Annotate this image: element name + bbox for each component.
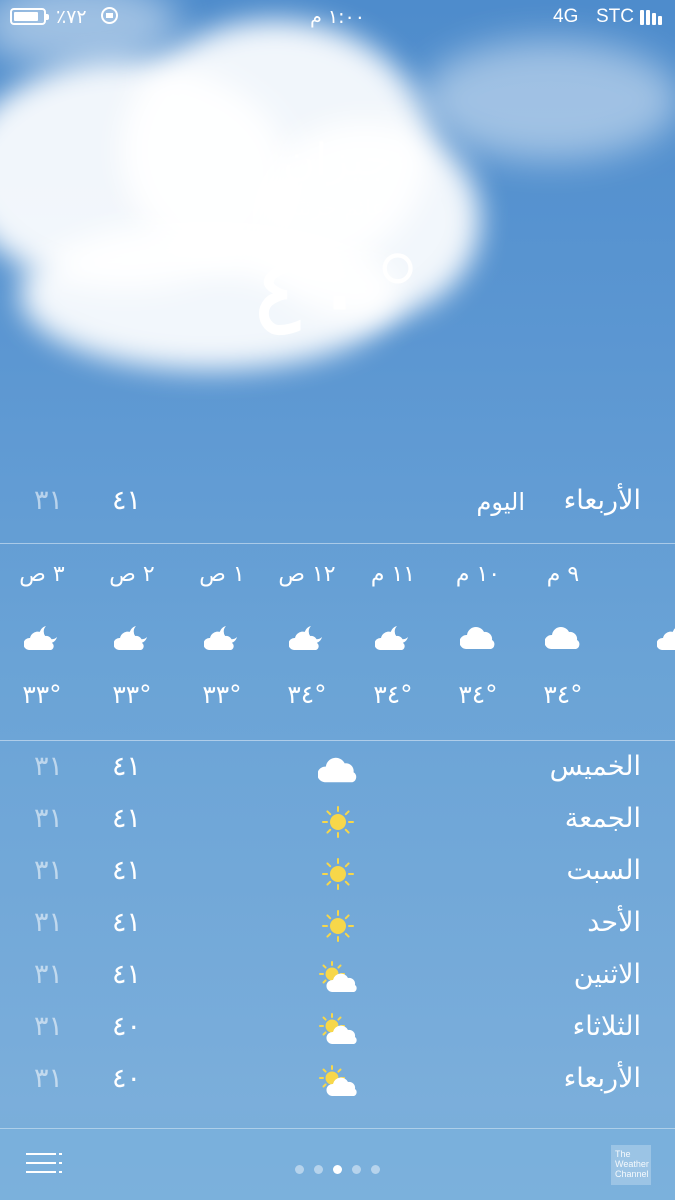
current-temperature: ٤٠° — [249, 231, 426, 361]
cloud-icon — [544, 623, 581, 653]
today-summary: الأربعاء اليوم ٤١ ٣١ — [0, 485, 675, 525]
current-condition: غائم جزئيًا — [291, 196, 384, 221]
hour-time: ٢ ص — [109, 562, 155, 587]
day-name: الجمعة — [564, 803, 641, 834]
partly-cloudy-night-icon — [203, 623, 240, 653]
partly-cloudy-night-icon — [288, 623, 325, 653]
partly-sunny-icon — [318, 961, 358, 995]
day-high: ٤١ — [112, 855, 142, 886]
daily-row: الثلاثاء ٤٠ ٣١ — [0, 1005, 675, 1057]
daily-row: الجمعة ٤١ ٣١ — [0, 797, 675, 849]
day-high: ٤٠ — [112, 1011, 142, 1042]
bottom-toolbar: The Weather Channel — [0, 1128, 675, 1200]
hour-time: ٩ م — [546, 562, 580, 587]
today-day: الأربعاء — [563, 485, 641, 516]
partly-cloudy-night-icon — [23, 623, 60, 653]
day-low: ٣١ — [34, 907, 64, 938]
page-dot[interactable] — [371, 1165, 380, 1174]
hour-time: ١٢ ص — [278, 562, 336, 587]
divider — [0, 740, 675, 741]
day-name: الأربعاء — [563, 1063, 641, 1094]
day-low: ٣١ — [34, 803, 64, 834]
signal-bars-icon — [640, 10, 666, 25]
day-name: الاثنين — [573, 959, 641, 990]
partly-sunny-icon — [318, 1013, 358, 1047]
day-low: ٣١ — [34, 751, 64, 782]
hourly-forecast[interactable]: ٩ م ٣٤° ١٠ م ٣٤° ١١ م ٣٤° ١٢ ص ٣٤° ١ ص ٣٣° ٢ ص ٣٣° ٣… — [0, 545, 675, 740]
page-dot[interactable] — [352, 1165, 361, 1174]
page-indicator[interactable] — [0, 1159, 675, 1178]
hour-temp: ٣٣° — [22, 680, 62, 709]
hour-temp: ٣٤° — [543, 680, 583, 709]
day-name: الثلاثاء — [572, 1011, 641, 1042]
today-high: ٤١ — [112, 485, 142, 516]
daily-row: الخميس ٤١ ٣١ — [0, 745, 675, 797]
day-low: ٣١ — [34, 1011, 64, 1042]
day-high: ٤٠ — [112, 1063, 142, 1094]
hour-time: ١٠ م — [455, 562, 501, 587]
partly-sunny-icon — [318, 1065, 358, 1099]
hour-temp: ٣٤° — [458, 680, 498, 709]
today-low: ٣١ — [34, 485, 64, 516]
cloud-icon — [317, 753, 358, 787]
divider — [0, 543, 675, 544]
hour-temp: ٣٣° — [202, 680, 242, 709]
partly-cloudy-night-icon — [656, 623, 675, 653]
daily-row: الأحد ٤١ ٣١ — [0, 901, 675, 953]
scroll-fade — [0, 1105, 675, 1130]
hour-time: ٣ ص — [19, 562, 65, 587]
day-high: ٤١ — [112, 959, 142, 990]
weather-screen: ٪٧٢ ١:٠٠ م 4G STC جيزان غائم جزئيًا ٤٠° … — [0, 0, 675, 1200]
sun-icon — [318, 909, 358, 943]
hour-time: ١١ م — [370, 562, 416, 587]
weather-channel-logo[interactable]: The Weather Channel — [611, 1145, 651, 1185]
hour-temp: ٣٣° — [112, 680, 152, 709]
day-low: ٣١ — [34, 1063, 64, 1094]
day-high: ٤١ — [112, 907, 142, 938]
daily-row: الأربعاء ٤٠ ٣١ — [0, 1057, 675, 1109]
day-name: الخميس — [549, 751, 641, 782]
network-type: 4G — [553, 6, 579, 27]
day-name: السبت — [566, 855, 641, 886]
city-name: جيزان — [282, 135, 393, 186]
sun-icon — [318, 857, 358, 891]
partly-cloudy-night-icon — [374, 623, 411, 653]
day-low: ٣١ — [34, 959, 64, 990]
today-label: اليوم — [476, 488, 525, 516]
day-high: ٤١ — [112, 751, 142, 782]
hour-temp: ٣٤° — [287, 680, 327, 709]
carrier-name: STC — [596, 6, 634, 27]
hour-temp: ٣٤° — [373, 680, 413, 709]
day-low: ٣١ — [34, 855, 64, 886]
page-dot[interactable] — [314, 1165, 323, 1174]
daily-row: الاثنين ٤١ ٣١ — [0, 953, 675, 1005]
partly-cloudy-night-icon — [113, 623, 150, 653]
cloud-icon — [459, 623, 496, 653]
day-name: الأحد — [587, 907, 641, 938]
daily-row: السبت ٤١ ٣١ — [0, 849, 675, 901]
page-dot[interactable] — [333, 1165, 342, 1174]
sun-icon — [318, 805, 358, 839]
hour-time: ١ ص — [199, 562, 245, 587]
status-bar: ٪٧٢ ١:٠٠ م 4G STC — [0, 0, 675, 36]
page-dot[interactable] — [295, 1165, 304, 1174]
day-high: ٤١ — [112, 803, 142, 834]
